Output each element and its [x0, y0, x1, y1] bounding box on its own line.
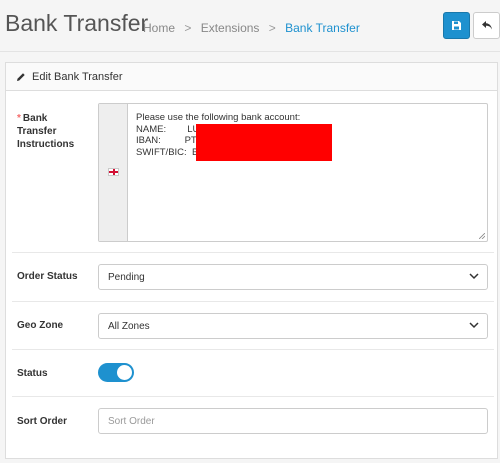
order-status-value: Pending — [108, 271, 145, 283]
geo-zone-select[interactable]: All Zones — [98, 313, 488, 339]
language-addon — [99, 104, 128, 241]
breadcrumb-extensions[interactable]: Extensions — [201, 21, 260, 35]
sort-order-label: Sort Order — [17, 416, 68, 427]
row-divider — [12, 349, 494, 350]
floppy-disk-icon — [452, 21, 461, 30]
resize-handle-icon[interactable] — [479, 233, 485, 239]
instructions-label: * Bank Transfer Instructions — [17, 112, 74, 151]
instructions-label-line-2: Transfer — [17, 126, 57, 137]
panel-heading: Edit Bank Transfer — [6, 63, 497, 91]
breadcrumb-home[interactable]: Home — [143, 21, 175, 35]
geo-zone-value: All Zones — [108, 320, 150, 332]
order-status-label: Order Status — [17, 271, 78, 282]
order-status-select[interactable]: Pending — [98, 264, 488, 290]
chevron-right-icon: > — [268, 21, 276, 35]
breadcrumb-bank-transfer[interactable]: Bank Transfer — [285, 21, 360, 35]
edit-panel: Edit Bank Transfer * Bank Transfer Instru… — [5, 62, 498, 459]
instructions-field: Please use the following bank account: N… — [98, 103, 488, 242]
pencil-icon — [16, 72, 26, 82]
breadcrumb: Home > Extensions > Bank Transfer — [143, 21, 360, 35]
panel-heading-title: Edit Bank Transfer — [32, 70, 123, 83]
chevron-down-icon — [469, 273, 479, 280]
redaction-box — [196, 124, 332, 161]
toggle-knob — [117, 365, 132, 380]
chevron-right-icon: > — [184, 21, 192, 35]
page-title: Bank Transfer — [5, 10, 149, 36]
reply-arrow-icon — [481, 21, 492, 30]
row-divider — [12, 252, 494, 253]
instructions-label-line-1: Bank — [22, 113, 48, 124]
required-mark: * — [17, 113, 21, 124]
sort-order-field — [98, 408, 488, 434]
page-header: Bank Transfer Home > Extensions > Bank T… — [0, 0, 500, 52]
row-divider — [12, 301, 494, 302]
status-toggle[interactable] — [98, 363, 134, 382]
save-button[interactable] — [443, 12, 470, 39]
uk-flag-icon — [108, 168, 119, 176]
geo-zone-label: Geo Zone — [17, 320, 64, 331]
instructions-label-line-3: Instructions — [17, 139, 75, 150]
status-label: Status — [17, 368, 48, 379]
chevron-down-icon — [469, 322, 479, 329]
sort-order-input[interactable] — [99, 409, 487, 433]
row-divider — [12, 396, 494, 397]
back-button[interactable] — [473, 12, 500, 39]
